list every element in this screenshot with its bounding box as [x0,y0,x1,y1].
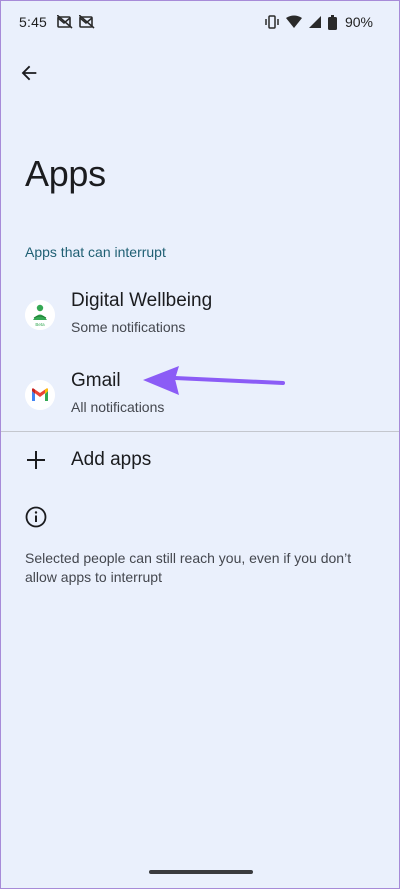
mail-off-icon [79,15,95,29]
screen: 5:45 90% Apps Apps that can interrupt Be… [0,0,400,889]
plus-icon [27,451,45,469]
app-name: Digital Wellbeing [71,290,213,311]
wifi-icon [285,15,302,29]
home-indicator[interactable] [149,870,253,874]
section-header: Apps that can interrupt [25,244,166,260]
arrow-back-icon [21,65,37,81]
app-name: Gmail [71,370,121,391]
battery-icon [327,14,337,30]
status-bar: 5:45 90% [1,1,399,43]
status-time: 5:45 [19,14,48,30]
divider [1,431,399,432]
app-subtitle: All notifications [71,399,165,415]
mail-off-icon [57,15,73,29]
app-subtitle: Some notifications [71,319,186,335]
info-icon [25,506,47,528]
status-left: 5:45 [19,14,95,30]
status-right: 90% [264,14,373,30]
gmail-icon [25,380,55,410]
add-apps-button[interactable]: Add apps [1,439,399,483]
vibrate-icon [264,15,280,29]
page-title: Apps [25,153,106,194]
annotation-arrow [143,366,285,395]
app-row-digital-wellbeing[interactable]: Beta Digital Wellbeing Some notification… [1,281,399,351]
digital-wellbeing-icon: Beta [25,300,55,330]
back-button[interactable] [11,55,47,91]
battery-percent: 90% [344,14,373,30]
app-icon-caption: Beta [35,322,45,327]
info-text: Selected people can still reach you, eve… [25,550,352,585]
signal-icon [308,15,322,29]
add-apps-label: Add apps [71,449,152,470]
